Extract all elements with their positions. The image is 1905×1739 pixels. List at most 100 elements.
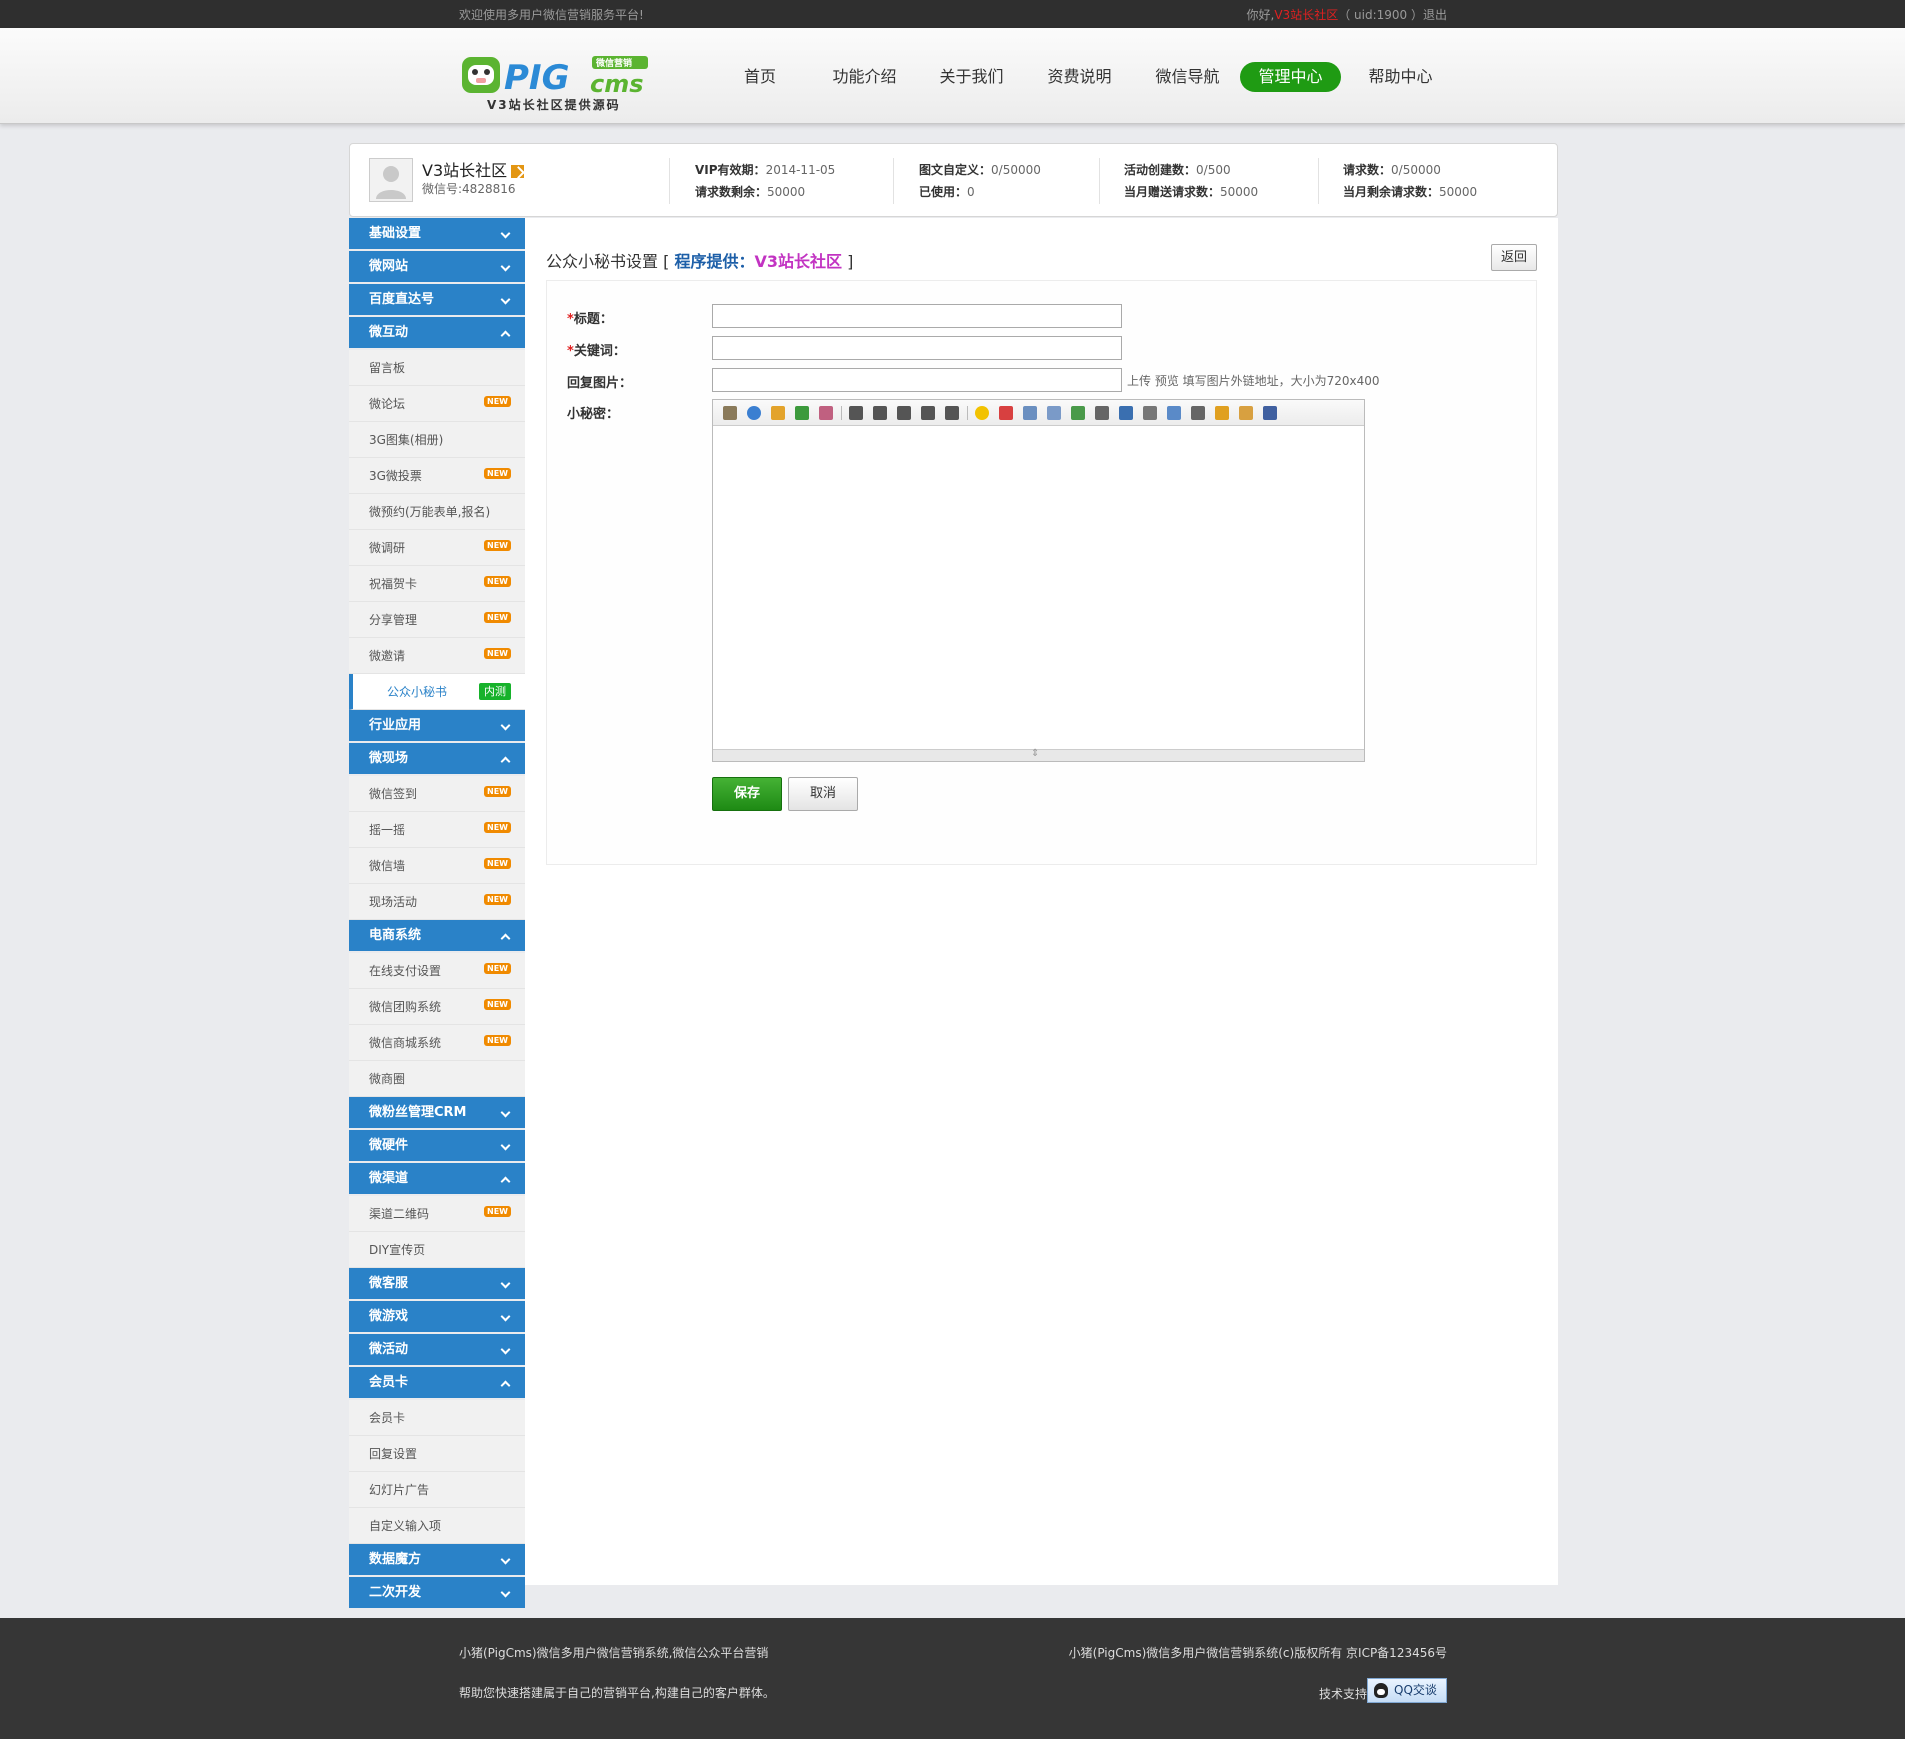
- avatar-placeholder-icon: [376, 166, 406, 199]
- beta-badge: 内测: [479, 683, 511, 700]
- sidebar-item-label: 现场活动: [369, 895, 418, 909]
- sidebar-item-assistant[interactable]: 公众小秘书 内测: [349, 674, 525, 710]
- sidebar-group-interaction[interactable]: 微互动: [349, 317, 525, 348]
- table-icon[interactable]: [1119, 406, 1133, 420]
- sidebar-item-mall[interactable]: 微信商城系统 NEW: [349, 1025, 525, 1061]
- profile-name-row: V3站长社区: [422, 157, 525, 181]
- sidebar-group-activities[interactable]: 微活动: [349, 1334, 525, 1365]
- sidebar-item-forum[interactable]: 微论坛 NEW: [349, 386, 525, 422]
- nav-wechat-nav[interactable]: 微信导航: [1145, 62, 1230, 92]
- emoticon-icon[interactable]: [975, 406, 989, 420]
- sidebar-group-microsite[interactable]: 微网站: [349, 251, 525, 282]
- align-center-icon[interactable]: [873, 406, 887, 420]
- sidebar-item-custom-fields[interactable]: 自定义输入项: [349, 1508, 525, 1544]
- sidebar-group-hardware[interactable]: 微硬件: [349, 1130, 525, 1161]
- image-insert-icon[interactable]: [999, 406, 1013, 420]
- sidebar-item-diy-page[interactable]: DIY宣传页: [349, 1232, 525, 1268]
- multi-image-icon[interactable]: [1071, 406, 1085, 420]
- new-badge: NEW: [484, 999, 511, 1010]
- title-input[interactable]: [712, 304, 1122, 328]
- sidebar-group-member-card[interactable]: 会员卡: [349, 1367, 525, 1398]
- footer-description: 帮助您快速搭建属于自己的营销平台,构建自己的客户群体。: [459, 1686, 775, 1700]
- sidebar-item-album[interactable]: 3G图集(相册): [349, 422, 525, 458]
- undo-icon[interactable]: [747, 406, 761, 420]
- sidebar-item-share[interactable]: 分享管理 NEW: [349, 602, 525, 638]
- sidebar-group-live[interactable]: 微现场: [349, 743, 525, 774]
- sidebar-item-label: 回复设置: [369, 1447, 418, 1461]
- qq-chat-button[interactable]: QQ交谈: [1367, 1678, 1447, 1703]
- pigcms-logo[interactable]: PIG 微信营销 cms V3站长社区提供源码: [460, 52, 650, 114]
- logout-link[interactable]: 退出: [1423, 8, 1447, 22]
- anchor-icon[interactable]: [1143, 406, 1157, 420]
- divider: [893, 158, 894, 204]
- editor-content-area[interactable]: [713, 427, 1364, 749]
- source-icon[interactable]: [723, 406, 737, 420]
- preview-icon[interactable]: [1167, 406, 1181, 420]
- nav-about[interactable]: 关于我们: [929, 62, 1014, 92]
- sidebar-item-guestbook[interactable]: 留言板: [349, 350, 525, 386]
- sidebar-item-checkin[interactable]: 微信签到 NEW: [349, 776, 525, 812]
- sidebar-item-invite[interactable]: 微邀请 NEW: [349, 638, 525, 674]
- sidebar-item-slideshow[interactable]: 幻灯片广告: [349, 1472, 525, 1508]
- sidebar-item-business-circle[interactable]: 微商圈: [349, 1061, 525, 1097]
- align-left-icon[interactable]: [849, 406, 863, 420]
- sidebar-item-booking[interactable]: 微预约(万能表单,报名): [349, 494, 525, 530]
- logo-graphic: PIG 微信营销 cms: [462, 56, 648, 96]
- save-button[interactable]: 保存: [712, 777, 782, 811]
- sidebar-item-greeting-card[interactable]: 祝福贺卡 NEW: [349, 566, 525, 602]
- sidebar-item-survey[interactable]: 微调研 NEW: [349, 530, 525, 566]
- nav-admin-center[interactable]: 管理中心: [1240, 62, 1341, 92]
- eraser-icon[interactable]: [819, 406, 833, 420]
- chevron-up-icon: [500, 756, 511, 767]
- sidebar-item-label: 公众小秘书: [387, 685, 448, 699]
- sidebar-group-basic[interactable]: 基础设置: [349, 218, 525, 249]
- sidebar-item-payment[interactable]: 在线支付设置 NEW: [349, 953, 525, 989]
- sidebar-item-live-event[interactable]: 现场活动 NEW: [349, 884, 525, 920]
- sidebar-group-service[interactable]: 微客服: [349, 1268, 525, 1299]
- sidebar-item-member-card[interactable]: 会员卡: [349, 1400, 525, 1436]
- username-link[interactable]: V3站长社区: [1274, 8, 1338, 22]
- keyword-input[interactable]: [712, 336, 1122, 360]
- sidebar-group-label: 会员卡: [369, 1375, 409, 1390]
- cancel-button[interactable]: 取消: [788, 777, 858, 811]
- new-badge: NEW: [484, 612, 511, 623]
- back-button[interactable]: 返回: [1491, 244, 1537, 271]
- sidebar-group-data-cube[interactable]: 数据魔方: [349, 1544, 525, 1575]
- cut-icon[interactable]: [1263, 406, 1277, 420]
- sidebar-group-baidu[interactable]: 百度直达号: [349, 284, 525, 315]
- edit-icon[interactable]: [511, 165, 525, 178]
- nav-pricing[interactable]: 资费说明: [1037, 62, 1122, 92]
- sidebar-group-channel[interactable]: 微渠道: [349, 1163, 525, 1194]
- flash-icon[interactable]: [1239, 406, 1253, 420]
- sidebar-group-crm[interactable]: 微粉丝管理CRM: [349, 1097, 525, 1128]
- paste-icon[interactable]: [795, 406, 809, 420]
- sidebar-item-label: 微预约(万能表单,报名): [369, 505, 491, 519]
- sidebar-item-shake[interactable]: 摇一摇 NEW: [349, 812, 525, 848]
- align-right-icon[interactable]: [897, 406, 911, 420]
- sidebar-item-groupbuy[interactable]: 微信团购系统 NEW: [349, 989, 525, 1025]
- sidebar-group-ecommerce[interactable]: 电商系统: [349, 920, 525, 951]
- stat-activity: 活动创建数：0/500 当月赠送请求数：50000: [1124, 163, 1259, 199]
- sidebar-group-dev[interactable]: 二次开发: [349, 1577, 525, 1608]
- ordered-list-icon[interactable]: [921, 406, 935, 420]
- link-icon[interactable]: [1023, 406, 1037, 420]
- sidebar-item-reply-settings[interactable]: 回复设置: [349, 1436, 525, 1472]
- sidebar-item-vote[interactable]: 3G微投票 NEW: [349, 458, 525, 494]
- sidebar-item-label: 微信签到: [369, 787, 418, 801]
- format-brush-icon[interactable]: [771, 406, 785, 420]
- editor-resize-handle[interactable]: [713, 748, 1364, 761]
- sidebar-item-channel-qrcode[interactable]: 渠道二维码 NEW: [349, 1196, 525, 1232]
- sidebar-group-industry[interactable]: 行业应用: [349, 710, 525, 741]
- nav-help[interactable]: 帮助中心: [1358, 62, 1443, 92]
- nav-home[interactable]: 首页: [730, 62, 790, 92]
- unordered-list-icon[interactable]: [945, 406, 959, 420]
- sidebar-item-wall[interactable]: 微信墙 NEW: [349, 848, 525, 884]
- sidebar-group-games[interactable]: 微游戏: [349, 1301, 525, 1332]
- template-icon[interactable]: [1215, 406, 1229, 420]
- print-icon[interactable]: [1191, 406, 1205, 420]
- unlink-icon[interactable]: [1047, 406, 1061, 420]
- image-url-input[interactable]: [712, 368, 1122, 392]
- nav-features[interactable]: 功能介绍: [822, 62, 907, 92]
- table-grid-icon[interactable]: [1095, 406, 1109, 420]
- new-badge: NEW: [484, 540, 511, 551]
